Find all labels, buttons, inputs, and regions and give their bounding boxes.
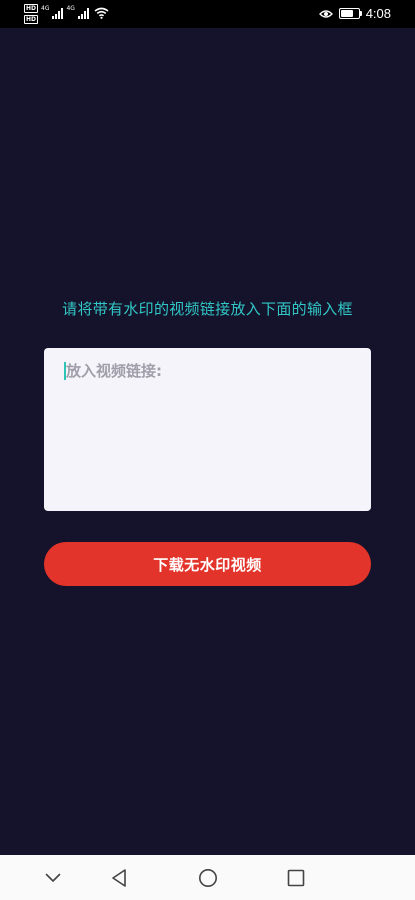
status-right: 4:08 [318, 6, 391, 21]
text-cursor [64, 362, 66, 380]
signal-icon [52, 8, 64, 19]
video-link-input[interactable] [44, 348, 371, 511]
instruction-text: 请将带有水印的视频链接放入下面的输入框 [62, 300, 353, 318]
chevron-down-icon[interactable] [38, 863, 68, 893]
signal-icon [77, 8, 89, 19]
network-label: 4G [41, 5, 50, 12]
network-label: 4G [66, 5, 75, 12]
recent-square-icon[interactable] [281, 863, 311, 893]
battery-icon [338, 8, 362, 19]
hd-badge: HD [24, 4, 39, 13]
link-input-box [44, 348, 371, 511]
back-triangle-icon[interactable] [104, 863, 134, 893]
download-button[interactable]: 下载无水印视频 [44, 542, 371, 586]
battery-tip [359, 11, 362, 16]
hd-badge: HD [24, 15, 39, 24]
battery-fill [340, 10, 353, 17]
hd-badges: HD HD [24, 4, 39, 24]
home-circle-icon[interactable] [193, 863, 223, 893]
status-left: HD HD 4G 4G [24, 4, 109, 24]
eye-icon [318, 9, 333, 18]
navigation-bar [0, 855, 415, 900]
app-screen: HD HD 4G 4G 4:08 请将带有水印的视频链接放入下面的输入框 放入视… [0, 0, 415, 900]
status-bar: HD HD 4G 4G 4:08 [0, 0, 415, 28]
status-time: 4:08 [365, 6, 391, 21]
wifi-icon [94, 7, 109, 19]
